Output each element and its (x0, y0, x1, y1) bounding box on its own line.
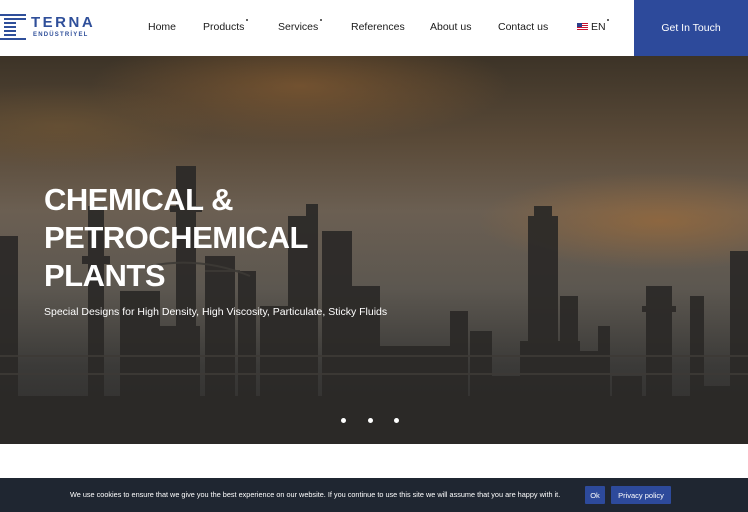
cookie-ok-button[interactable]: Ok (585, 486, 605, 504)
nav-services[interactable]: Services (278, 21, 318, 33)
site-header: TERNA ENDÜSTRİYEL Home Products Services… (0, 0, 748, 56)
get-in-touch-button[interactable]: Get In Touch (634, 0, 748, 56)
nav-products[interactable]: Products (203, 21, 244, 33)
cookie-consent-bar: We use cookies to ensure that we give yo… (0, 478, 748, 512)
terna-logo[interactable]: TERNA ENDÜSTRİYEL (0, 12, 96, 44)
nav-references[interactable]: References (351, 21, 405, 33)
nav-contact-us[interactable]: Contact us (498, 21, 548, 33)
language-dropdown-indicator-icon (607, 19, 609, 21)
hero-title-line-3: PLANTS (44, 258, 166, 293)
privacy-policy-button[interactable]: Privacy policy (611, 486, 671, 504)
slide-dot-3[interactable] (394, 418, 399, 423)
slide-dot-2[interactable] (368, 418, 373, 423)
us-flag-icon (577, 22, 588, 30)
logo-subtitle: ENDÜSTRİYEL (33, 32, 89, 38)
slide-dot-1[interactable] (341, 418, 346, 423)
nav-about-us[interactable]: About us (430, 21, 471, 33)
hero-subtitle: Special Designs for High Density, High V… (44, 306, 388, 318)
hero-title-line-2: PETROCHEMICAL (44, 220, 308, 255)
hero-title: CHEMICAL & PETROCHEMICAL PLANTS (44, 181, 344, 295)
hero-title-line-1: CHEMICAL & (44, 182, 234, 217)
language-label: EN (591, 21, 606, 33)
products-dropdown-indicator-icon (246, 19, 248, 21)
logo-name: TERNA (31, 14, 96, 31)
language-selector[interactable]: EN (577, 21, 606, 33)
slider-pagination (338, 418, 408, 426)
nav-home[interactable]: Home (148, 21, 176, 33)
hero-slider: CHEMICAL & PETROCHEMICAL PLANTS Special … (0, 56, 748, 444)
services-dropdown-indicator-icon (320, 19, 322, 21)
cookie-notice-text: We use cookies to ensure that we give yo… (70, 490, 561, 499)
terna-logo-mark-icon (0, 12, 26, 42)
